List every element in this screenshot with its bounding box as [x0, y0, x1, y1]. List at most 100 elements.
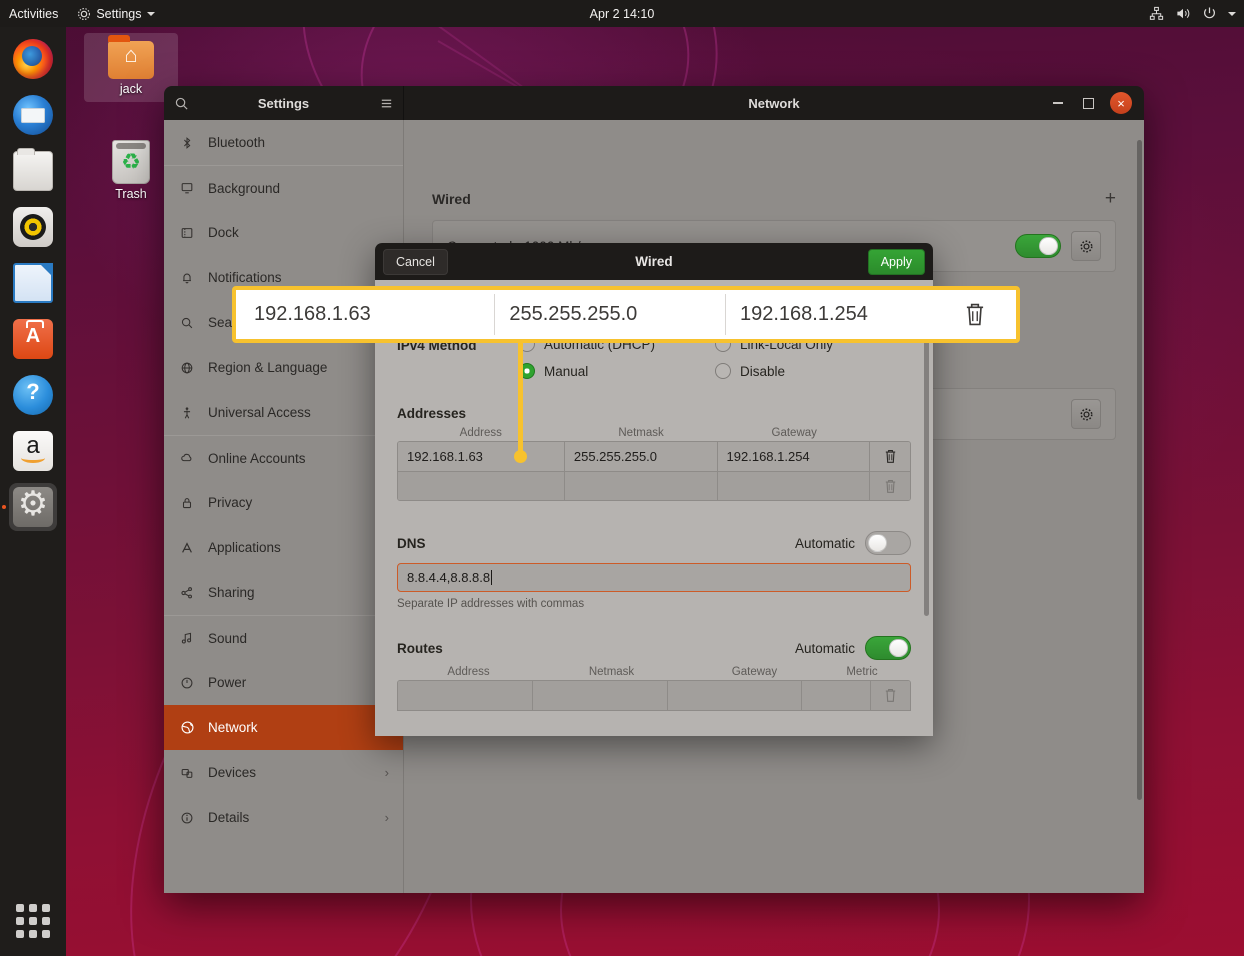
trash-icon: [885, 449, 895, 463]
callout-delete-button[interactable]: [939, 301, 1012, 328]
caret-down-icon: [1228, 11, 1236, 16]
grid-dot: [42, 917, 50, 925]
clock[interactable]: Apr 2 14:10: [0, 7, 1244, 21]
sidebar-item-label: Privacy: [208, 495, 253, 510]
activities-button[interactable]: Activities: [9, 7, 58, 21]
sidebar-item-label: Notifications: [208, 270, 282, 285]
toggle-knob: [868, 534, 887, 552]
radio-manual[interactable]: Manual: [519, 363, 715, 379]
callout-gateway-field[interactable]: 192.168.1.254: [726, 294, 939, 335]
dock-item-files[interactable]: [9, 147, 57, 195]
ubuntu-software-icon: [13, 319, 53, 359]
gateway-input[interactable]: [717, 472, 871, 500]
connection-toggle[interactable]: [1015, 234, 1061, 258]
hamburger-menu-icon[interactable]: [369, 96, 403, 111]
dock-item-firefox[interactable]: [9, 35, 57, 83]
dialog-scrollbar[interactable]: [924, 326, 929, 616]
status-tray[interactable]: [1149, 6, 1236, 21]
sidebar-item-label: Sharing: [208, 585, 255, 600]
sidebar-item-label: Network: [208, 720, 258, 735]
toggle-knob: [1039, 237, 1058, 255]
sidebar-item-applications[interactable]: Applications: [164, 525, 403, 570]
dock-item-help[interactable]: [9, 371, 57, 419]
secondary-settings-button[interactable]: [1071, 399, 1101, 429]
delete-address-button[interactable]: [870, 472, 910, 500]
sidebar-item-label: Online Accounts: [208, 450, 306, 466]
grid-dot: [42, 930, 50, 938]
apply-button[interactable]: Apply: [867, 248, 925, 275]
add-connection-button[interactable]: +: [1105, 188, 1116, 210]
address-input[interactable]: [398, 472, 565, 500]
app-menu-button[interactable]: Settings: [77, 7, 155, 21]
sidebar-item-online-accounts[interactable]: Online Accounts: [164, 435, 403, 480]
radio-disable[interactable]: Disable: [715, 363, 911, 379]
trash-icon: [885, 688, 896, 702]
cloud-icon: [178, 451, 196, 465]
netmask-input[interactable]: 255.255.255.0: [564, 442, 718, 471]
sidebar-item-bluetooth[interactable]: Bluetooth: [164, 120, 403, 165]
network-icon: [178, 720, 196, 735]
sidebar-item-label: Power: [208, 675, 247, 690]
dock-item-settings[interactable]: [2, 483, 57, 531]
delete-route-button[interactable]: [870, 681, 910, 710]
gear-icon: [78, 7, 91, 20]
dns-automatic-toggle[interactable]: [865, 531, 911, 555]
dock-item-libreoffice-writer[interactable]: [9, 259, 57, 307]
sidebar-item-devices[interactable]: Devices ›: [164, 750, 403, 795]
cancel-button[interactable]: Cancel: [383, 248, 448, 275]
bell-icon: [178, 271, 196, 285]
sidebar-item-sound[interactable]: Sound: [164, 615, 403, 660]
info-icon: [178, 811, 196, 825]
column-header-gateway: Gateway: [771, 427, 817, 439]
dock-item-amazon[interactable]: [9, 427, 57, 475]
dock-item-thunderbird[interactable]: [9, 91, 57, 139]
search-icon: [178, 316, 196, 330]
dock-item-ubuntu-software[interactable]: [9, 315, 57, 363]
accessibility-icon: [178, 406, 196, 420]
grid-dot: [16, 917, 24, 925]
address-input[interactable]: 192.168.1.63: [398, 442, 565, 471]
sidebar-item-background[interactable]: Background: [164, 165, 403, 210]
sidebar-item-network[interactable]: Network: [164, 705, 403, 750]
show-applications-button[interactable]: [16, 904, 50, 938]
addresses-title: Addresses: [397, 406, 467, 421]
routes-automatic-toggle[interactable]: [865, 636, 911, 660]
sidebar-item-universal-access[interactable]: Universal Access: [164, 390, 403, 435]
caret-down-icon: [146, 11, 155, 16]
delete-address-button[interactable]: [870, 442, 910, 471]
applications-icon: [178, 541, 196, 555]
globe-icon: [178, 361, 196, 375]
sidebar-item-privacy[interactable]: Privacy: [164, 480, 403, 525]
dialog-header: Cancel Wired Apply: [375, 243, 933, 280]
close-button[interactable]: ×: [1110, 92, 1132, 114]
column-header-netmask: Netmask: [618, 427, 664, 439]
dock-item-rhythmbox[interactable]: [9, 203, 57, 251]
route-metric-input[interactable]: [802, 681, 871, 710]
radio-dot: [715, 363, 731, 379]
wired-heading-row: Wired +: [404, 188, 1144, 210]
sidebar-item-details[interactable]: Details ›: [164, 795, 403, 840]
toggle-knob: [889, 639, 908, 657]
route-address-input[interactable]: [398, 681, 533, 710]
minimize-button[interactable]: [1050, 95, 1066, 111]
netmask-input[interactable]: [564, 472, 718, 500]
sidebar-item-region-language[interactable]: Region & Language: [164, 345, 403, 390]
gateway-input[interactable]: 192.168.1.254: [717, 442, 871, 471]
power-icon: [1204, 7, 1215, 19]
search-icon[interactable]: [164, 96, 198, 111]
sidebar-item-label: Applications: [208, 540, 281, 555]
callout-address-field[interactable]: 192.168.1.63: [240, 294, 496, 335]
route-gateway-input[interactable]: [667, 681, 803, 710]
callout-netmask-field[interactable]: 255.255.255.0: [495, 294, 726, 335]
panel-scrollbar[interactable]: [1137, 140, 1142, 800]
route-row: [398, 681, 910, 710]
thunderbird-icon: [13, 95, 53, 135]
maximize-button[interactable]: [1080, 95, 1096, 111]
dns-servers-input[interactable]: 8.8.4.4,8.8.8.8: [397, 563, 911, 592]
sidebar-item-power[interactable]: Power: [164, 660, 403, 705]
sidebar-item-sharing[interactable]: Sharing: [164, 570, 403, 615]
connection-settings-button[interactable]: [1071, 231, 1101, 261]
sidebar-item-dock[interactable]: Dock: [164, 210, 403, 255]
route-netmask-input[interactable]: [532, 681, 668, 710]
gear-icon: [13, 484, 53, 527]
